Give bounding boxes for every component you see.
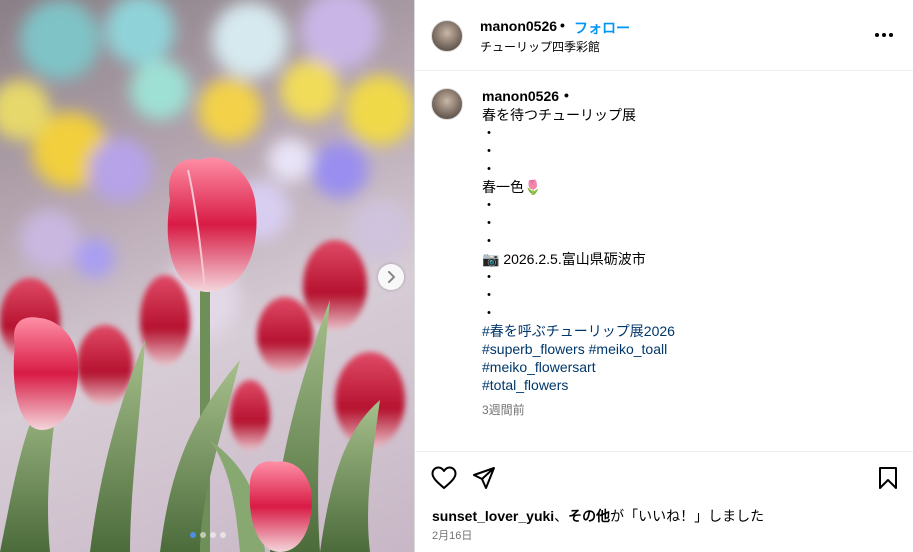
hashtag-line: #superb_flowers #meiko_toall: [482, 340, 892, 358]
caption-timestamp[interactable]: 3週間前: [482, 401, 525, 418]
post-media[interactable]: [0, 0, 414, 552]
caption-line: 春一色🌷: [482, 179, 542, 195]
hashtag-line: #total_flowers: [482, 376, 892, 394]
caption-avatar[interactable]: [431, 88, 463, 120]
caption-text: 春を待つチューリップ展 ・ ・ ・ 春一色🌷 ・ ・ ・ 📷 2026.2.5.…: [482, 106, 892, 394]
carousel-dot: [190, 532, 196, 538]
caption-line: ・: [482, 197, 496, 213]
likes-connector: 、: [554, 508, 569, 524]
bookmark-icon[interactable]: [878, 466, 898, 490]
likes-others-link[interactable]: その他: [568, 508, 610, 524]
carousel-dot: [220, 532, 226, 538]
hashtag-line: #春を呼ぶチューリップ展2026: [482, 322, 892, 340]
caption-separator: •: [564, 87, 569, 103]
likes-suffix: が「いいね！」しました: [610, 508, 765, 524]
hashtag-line: #meiko_flowersart: [482, 358, 892, 376]
likes-summary: sunset_lover_yuki、その他が「いいね！」しました: [432, 506, 764, 526]
caption-line: 春を待つチューリップ展: [482, 107, 636, 123]
heart-icon[interactable]: [431, 466, 457, 490]
hashtag-link[interactable]: #meiko_flowersart: [482, 359, 596, 375]
caption-line: 📷 2026.2.5.富山県砺波市: [482, 251, 646, 267]
carousel-dot: [200, 532, 206, 538]
more-options-icon[interactable]: [875, 28, 899, 42]
caption-line: ・: [482, 161, 496, 177]
share-icon[interactable]: [472, 466, 496, 490]
liker-username[interactable]: sunset_lover_yuki: [432, 508, 554, 524]
post-date: 2月16日: [432, 530, 473, 542]
header-username[interactable]: manon0526: [480, 18, 557, 34]
chevron-right-icon: [388, 271, 395, 283]
header-separator: •: [560, 17, 565, 33]
post-header: manon0526 • フォロー チューリップ四季彩館: [415, 0, 913, 71]
hashtag-link[interactable]: #meiko_toall: [589, 341, 668, 357]
caption-line: ・: [482, 125, 496, 141]
next-image-button[interactable]: [378, 264, 404, 290]
carousel-dot: [210, 532, 216, 538]
caption-line: ・: [482, 287, 496, 303]
caption-line: ・: [482, 215, 496, 231]
carousel-indicator: [190, 532, 226, 538]
post-side-panel: manon0526 • フォロー チューリップ四季彩館 manon0526 • …: [414, 0, 913, 552]
hashtag-link[interactable]: #superb_flowers: [482, 341, 585, 357]
caption-line: ・: [482, 233, 496, 249]
follow-button[interactable]: フォロー: [574, 18, 630, 38]
caption-line: ・: [482, 269, 496, 285]
tulip-photo: [0, 0, 414, 552]
action-bar: [415, 451, 913, 501]
caption-username[interactable]: manon0526: [482, 88, 559, 104]
hashtag-link[interactable]: #春を呼ぶチューリップ展2026: [482, 323, 675, 339]
avatar[interactable]: [431, 20, 463, 52]
caption-line: ・: [482, 143, 496, 159]
caption-line: ・: [482, 305, 496, 321]
location-link[interactable]: チューリップ四季彩館: [480, 38, 600, 55]
hashtag-link[interactable]: #total_flowers: [482, 377, 568, 393]
